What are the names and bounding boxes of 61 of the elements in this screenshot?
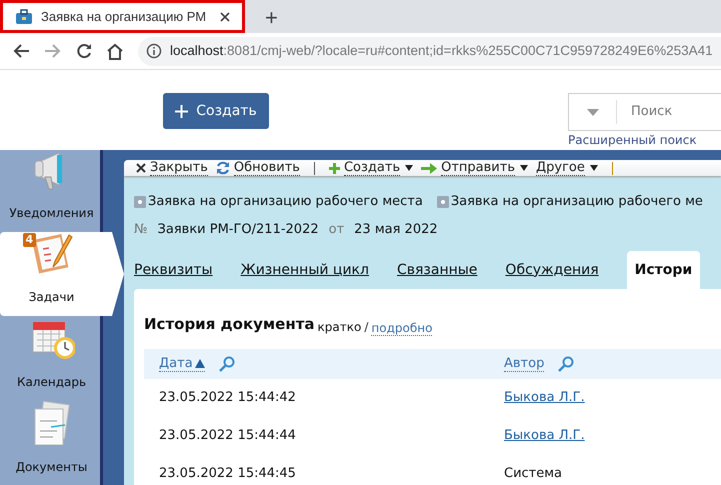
search-icon xyxy=(218,356,235,372)
view-mode-link[interactable]: подробно xyxy=(371,320,432,336)
close-icon xyxy=(136,163,146,173)
count-badge: 4 xyxy=(22,233,36,247)
toolbar-button[interactable]: Создать xyxy=(328,160,414,176)
arrow-right-icon xyxy=(421,162,438,174)
briefcase-icon xyxy=(15,8,33,24)
search-field[interactable]: Поиск xyxy=(568,93,721,131)
new-tab-button[interactable]: + xyxy=(265,7,278,29)
sidebar-item[interactable]: 4 Задачи xyxy=(0,232,124,316)
close-icon xyxy=(220,12,230,22)
toolbar-button[interactable]: Закрыть xyxy=(136,160,208,176)
table-cell-text: Система xyxy=(504,464,562,483)
section-title: История документа xyxy=(144,314,315,335)
back-icon xyxy=(12,43,30,59)
toolbar-button[interactable]: Другое xyxy=(536,160,598,176)
view-mode-link[interactable]: кратко xyxy=(318,318,362,336)
tab[interactable]: Обсуждения xyxy=(505,251,599,289)
column-header[interactable]: Автор xyxy=(504,356,544,372)
author-link[interactable]: Быкова Л.Г. xyxy=(504,388,585,408)
breadcrumb-link[interactable]: Заявка на организацию рабочего места xyxy=(148,192,423,212)
sidebar-label: Документы xyxy=(16,459,88,476)
date-prefix: от xyxy=(328,220,344,238)
reload-icon xyxy=(76,43,92,59)
sidebar-label: Календарь xyxy=(16,374,86,391)
tab[interactable]: Истори xyxy=(626,251,700,289)
table-cell-text: 23.05.2022 15:44:44 xyxy=(158,426,297,445)
sidebar-label: Уведомления xyxy=(9,205,94,222)
tab[interactable]: Жизненный цикл xyxy=(240,251,369,289)
tab-title: Заявка на организацию РМ xyxy=(41,8,208,26)
document-number: Заявки РМ-ГО/211-2022 xyxy=(158,220,319,238)
document-date: 23 мая 2022 xyxy=(354,220,438,238)
search-input[interactable]: Поиск xyxy=(631,102,719,122)
toolbar-button[interactable]: Обновить xyxy=(216,160,300,176)
home-icon xyxy=(106,42,124,60)
table-cell-text: 23.05.2022 15:44:42 xyxy=(158,388,297,407)
sidebar-label: Задачи xyxy=(28,289,74,306)
url-text: localhost:8081/cmj-web/?locale=ru#content;id=rkks%255C00C71C959728249E6%253A41 xyxy=(170,42,713,60)
sidebar-item[interactable]: Документы xyxy=(0,401,103,485)
mode-separator: / xyxy=(364,318,368,336)
address-field[interactable]: localhost:8081/cmj-web/?locale=ru#content;id=rkks%255C00C71C959728249E6%253A41 xyxy=(138,36,721,66)
tab[interactable]: Реквизиты xyxy=(134,251,213,289)
sidebar-item[interactable]: Календарь xyxy=(0,316,103,401)
info-icon xyxy=(146,43,162,59)
plus-icon xyxy=(175,104,188,118)
column-header[interactable]: Дата xyxy=(159,356,205,372)
create-button[interactable]: Создать xyxy=(163,93,269,129)
forward-icon xyxy=(44,43,62,59)
table-cell-text: 23.05.2022 15:44:45 xyxy=(158,464,297,483)
breadcrumb-link[interactable]: Заявка на организацию рабочего ме xyxy=(450,192,703,212)
author-link[interactable]: Быкова Л.Г. xyxy=(504,426,585,446)
sidebar-item[interactable]: Уведомления xyxy=(0,150,103,232)
toolbar-button[interactable]: Отправить xyxy=(421,160,528,176)
refresh-icon xyxy=(216,161,230,175)
number-label: № xyxy=(134,220,148,238)
tab[interactable]: Связанные xyxy=(396,251,478,289)
advanced-search-link[interactable]: Расширенный поиск xyxy=(568,131,697,149)
plus-icon xyxy=(328,162,340,174)
browser-tab[interactable]: Заявка на организацию РМ xyxy=(0,0,245,33)
dropdown-icon xyxy=(586,108,598,116)
search-icon xyxy=(558,356,574,372)
